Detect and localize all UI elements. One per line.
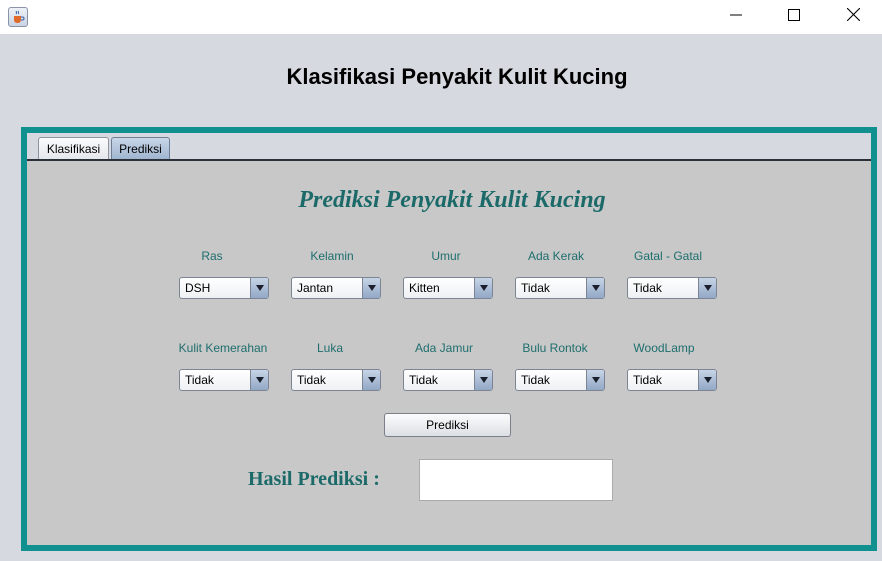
woodlamp-select[interactable]: Tidak xyxy=(627,369,717,391)
woodlamp-label: WoodLamp xyxy=(633,341,695,355)
bulu-rontok-select[interactable]: Tidak xyxy=(515,369,605,391)
woodlamp-value: Tidak xyxy=(633,373,662,387)
gatal-value: Tidak xyxy=(633,281,662,295)
chevron-down-icon[interactable] xyxy=(586,370,604,390)
ras-select[interactable]: DSH xyxy=(179,277,269,299)
form-title: Prediksi Penyakit Kulit Kucing xyxy=(298,187,606,213)
minimize-button[interactable] xyxy=(707,0,765,34)
chevron-down-icon[interactable] xyxy=(362,370,380,390)
umur-value: Kitten xyxy=(409,281,440,295)
kulit-kemerahan-label: Kulit Kemerahan xyxy=(178,341,268,355)
ada-kerak-select[interactable]: Tidak xyxy=(515,277,605,299)
maximize-button[interactable] xyxy=(765,0,823,34)
java-cup-icon xyxy=(8,7,28,27)
close-button[interactable] xyxy=(824,0,882,34)
kelamin-label: Kelamin xyxy=(310,249,354,263)
tab-prediksi[interactable]: Prediksi xyxy=(111,137,170,159)
umur-label: Umur xyxy=(431,249,461,263)
kulit-kemerahan-value: Tidak xyxy=(185,373,214,387)
page-title: Klasifikasi Penyakit Kulit Kucing xyxy=(286,64,628,89)
chevron-down-icon[interactable] xyxy=(474,370,492,390)
close-icon xyxy=(846,7,860,26)
chevron-down-icon[interactable] xyxy=(698,278,716,298)
chevron-down-icon[interactable] xyxy=(250,370,268,390)
minimize-icon xyxy=(730,8,742,26)
kelamin-select[interactable]: Jantan xyxy=(291,277,381,299)
umur-select[interactable]: Kitten xyxy=(403,277,493,299)
window-titlebar xyxy=(0,0,882,34)
bulu-rontok-label: Bulu Rontok xyxy=(522,341,588,355)
kelamin-value: Jantan xyxy=(297,281,334,295)
ada-kerak-label: Ada Kerak xyxy=(527,249,585,263)
ada-jamur-select[interactable]: Tidak xyxy=(403,369,493,391)
chevron-down-icon[interactable] xyxy=(698,370,716,390)
chevron-down-icon[interactable] xyxy=(362,278,380,298)
hasil-prediksi-label: Hasil Prediksi : xyxy=(248,468,380,490)
gatal-select[interactable]: Tidak xyxy=(627,277,717,299)
prediksi-button[interactable]: Prediksi xyxy=(384,413,511,437)
chevron-down-icon[interactable] xyxy=(474,278,492,298)
ras-value: DSH xyxy=(185,281,211,295)
kulit-kemerahan-select[interactable]: Tidak xyxy=(179,369,269,391)
luka-select[interactable]: Tidak xyxy=(291,369,381,391)
chevron-down-icon[interactable] xyxy=(586,278,604,298)
gatal-label: Gatal - Gatal xyxy=(633,249,703,263)
luka-value: Tidak xyxy=(297,373,326,387)
chevron-down-icon[interactable] xyxy=(250,278,268,298)
ada-kerak-value: Tidak xyxy=(521,281,550,295)
ada-jamur-value: Tidak xyxy=(409,373,438,387)
ras-label: Ras xyxy=(201,249,223,263)
maximize-icon xyxy=(788,8,800,26)
tab-klasifikasi[interactable]: Klasifikasi xyxy=(38,137,109,159)
bulu-rontok-value: Tidak xyxy=(521,373,550,387)
ada-jamur-label: Ada Jamur xyxy=(414,341,474,355)
hasil-prediksi-field[interactable] xyxy=(419,459,613,501)
luka-label: Luka xyxy=(316,341,344,355)
